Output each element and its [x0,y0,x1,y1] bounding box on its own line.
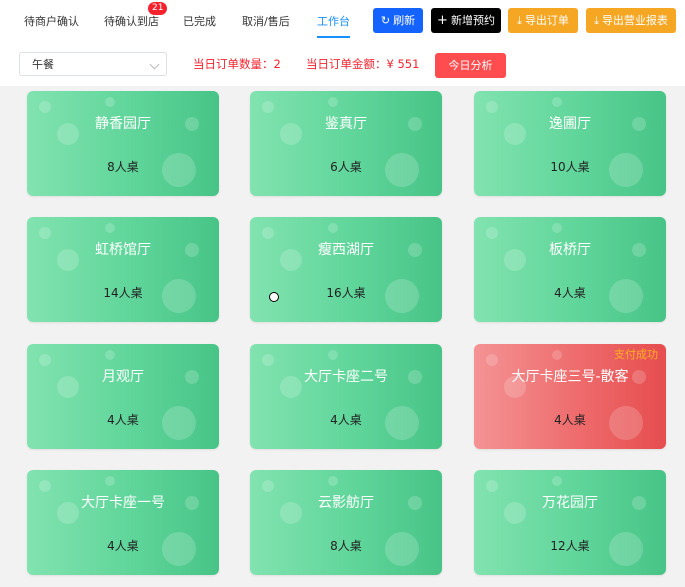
tab-completed[interactable]: 已完成 [183,0,216,40]
decorative-bubble [486,480,498,492]
room-seats: 4人桌 [107,539,139,553]
room-name: 月观厅 [102,369,144,385]
decorative-bubble [328,350,338,360]
decorative-bubble [262,101,274,113]
room-card[interactable]: 板桥厅 4人桌 [474,217,666,322]
order-amount-label: 当日订单金额： [306,57,387,71]
export-orders-label: 导出订单 [524,14,569,27]
room-seats: 16人桌 [326,286,366,300]
order-count-value: 2 [273,57,281,71]
decorative-bubble [105,97,115,107]
room-name: 逸圃厅 [549,116,591,132]
refresh-button[interactable]: ↻ 刷新 [373,8,423,33]
decorative-bubble [486,101,498,113]
room-card[interactable]: 大厅卡座二号 4人桌 [250,344,442,449]
room-seats: 4人桌 [554,413,586,427]
chevron-down-icon [149,59,160,70]
export-orders-button[interactable]: ⤓ 导出订单 [508,8,578,33]
order-amount-value: ¥ 551 [386,57,420,71]
decorative-bubble [486,227,498,239]
tab-pending-merchant[interactable]: 待商户确认 [24,0,79,40]
tab-workbench[interactable]: 工作台 [317,0,350,40]
decorative-bubble [105,350,115,360]
decorative-bubble [328,476,338,486]
room-seats: 6人桌 [330,160,362,174]
meal-select[interactable]: 午餐 [19,52,167,76]
decorative-bubble [39,227,51,239]
payment-status: 支付成功 [614,348,658,361]
count-badge: 21 [148,2,168,15]
decorative-bubble [552,350,562,360]
plus-icon: + [437,13,448,28]
tab-cancel-aftersale[interactable]: 取消/售后 [242,0,290,40]
meal-select-value: 午餐 [32,58,54,71]
mouse-cursor [269,292,279,302]
room-name: 大厅卡座一号 [81,495,165,511]
room-seats: 4人桌 [330,413,362,427]
decorative-bubble [39,480,51,492]
room-card[interactable]: 逸圃厅 10人桌 [474,91,666,196]
order-amount-stat: 当日订单金额：¥ 551 [306,52,419,76]
decorative-bubble [105,476,115,486]
decorative-bubble [328,97,338,107]
filter-bar: 午餐 当日订单数量：2 当日订单金额：¥ 551 [0,40,685,86]
room-name: 静香园厅 [95,116,151,132]
decorative-bubble [552,476,562,486]
room-seats: 4人桌 [554,286,586,300]
room-card[interactable]: 虹桥馆厅 14人桌 [27,217,219,322]
room-name: 万花园厅 [542,495,598,511]
room-card[interactable]: 大厅卡座一号 4人桌 [27,470,219,575]
room-seats: 10人桌 [550,160,590,174]
decorative-bubble [262,227,274,239]
room-card[interactable]: 瘦西湖厅 16人桌 [250,217,442,322]
room-seats: 14人桌 [103,286,143,300]
room-name: 瘦西湖厅 [318,242,374,258]
room-seats: 4人桌 [107,413,139,427]
decorative-bubble [39,101,51,113]
new-booking-button[interactable]: + 新增预约 [431,8,501,33]
decorative-bubble [328,223,338,233]
download-icon: ⤓ [517,14,522,27]
decorative-bubble [262,354,274,366]
refresh-icon: ↻ [380,14,391,27]
export-report-label: 导出营业报表 [601,14,668,27]
decorative-bubble [486,354,498,366]
order-count-label: 当日订单数量： [193,57,274,71]
room-name: 大厅卡座三号-散客 [511,369,629,385]
refresh-label: 刷新 [393,14,416,27]
room-name: 板桥厅 [549,242,591,258]
room-card[interactable]: 大厅卡座三号-散客 4人桌 支付成功 [474,344,666,449]
room-card[interactable]: 静香园厅 8人桌 [27,91,219,196]
export-report-button[interactable]: ⤓ 导出营业报表 [586,8,676,33]
today-analysis-button[interactable]: 今日分析 [435,53,506,78]
room-card[interactable]: 云影舫厅 8人桌 [250,470,442,575]
decorative-bubble [262,480,274,492]
room-seats: 8人桌 [107,160,139,174]
download-icon: ⤓ [594,14,599,27]
decorative-bubble [552,223,562,233]
decorative-bubble [39,354,51,366]
room-seats: 8人桌 [330,539,362,553]
new-booking-label: 新增预约 [450,14,495,27]
room-card[interactable]: 月观厅 4人桌 [27,344,219,449]
room-name: 虹桥馆厅 [95,242,151,258]
room-seats: 12人桌 [550,539,590,553]
room-card[interactable]: 万花园厅 12人桌 [474,470,666,575]
room-name: 大厅卡座二号 [304,369,388,385]
tab-label: 待确认到店 [104,15,159,28]
room-name: 鉴真厅 [325,116,367,132]
top-bar: 待商户确认 待确认到店 21 已完成 取消/售后 工作台 ↻ 刷新 + 新增预约 ⤓… [0,0,685,41]
decorative-bubble [105,223,115,233]
room-name: 云影舫厅 [318,495,374,511]
room-card[interactable]: 鉴真厅 6人桌 [250,91,442,196]
order-count-stat: 当日订单数量：2 [193,52,281,76]
decorative-bubble [552,97,562,107]
